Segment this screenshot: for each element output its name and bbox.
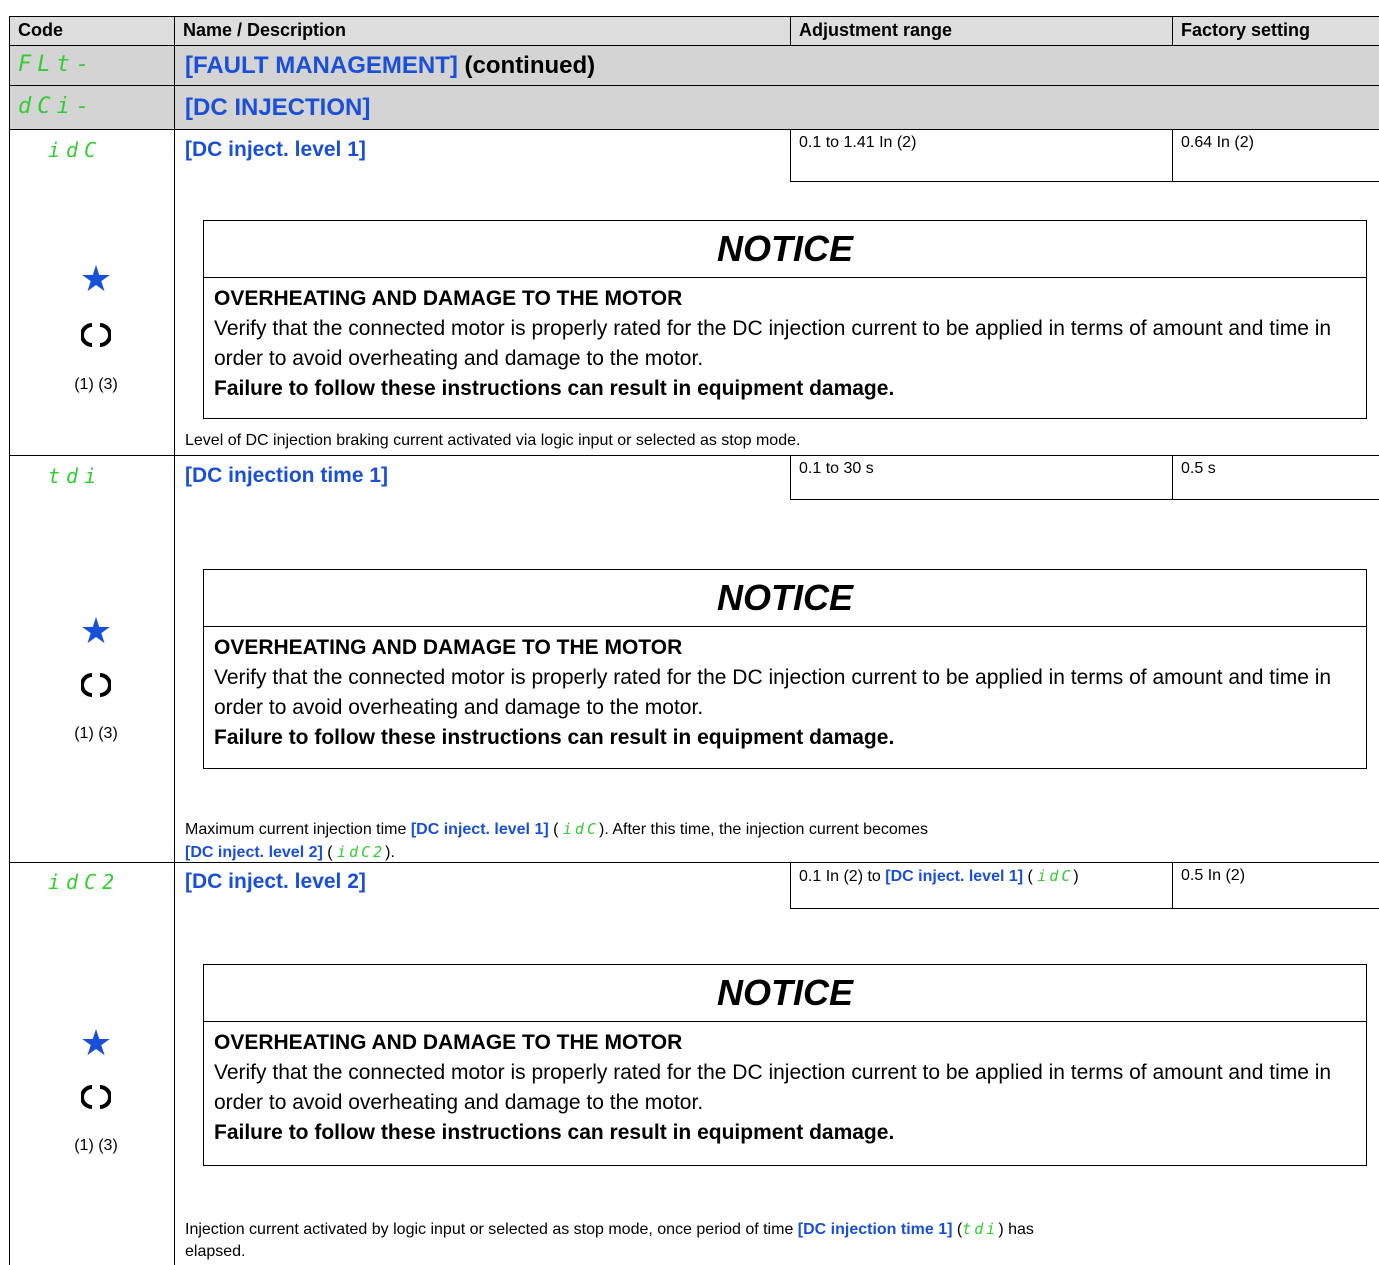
- notice-box: NOTICE OVERHEATING AND DAMAGE TO THE MOT…: [203, 220, 1367, 419]
- section-fault-code-cell: FLt-: [9, 46, 175, 86]
- param-idc2-code: idC2: [48, 870, 121, 894]
- param-tdi-range: 0.1 to 30 s: [790, 456, 1173, 500]
- footnote-refs: (1) (3): [74, 1137, 118, 1154]
- param-idc-name: [DC inject. level 1]: [185, 138, 366, 161]
- cycle-icon: [9, 320, 183, 355]
- footnote-refs: (1) (3): [74, 376, 118, 393]
- param-tdi-desc: Maximum current injection time [DC injec…: [185, 820, 929, 861]
- section-dc-code-cell: dCi-: [9, 86, 175, 130]
- row-divider: [9, 455, 175, 456]
- param-idc-code: idC: [48, 138, 103, 162]
- cycle-icon: [9, 670, 183, 705]
- notice-warning: Failure to follow these instructions can…: [214, 726, 895, 749]
- star-icon: ★: [79, 610, 113, 651]
- notice-box: NOTICE OVERHEATING AND DAMAGE TO THE MOT…: [203, 964, 1367, 1166]
- header-code: Code: [9, 16, 175, 46]
- section-dc-code: dCi-: [18, 94, 95, 119]
- param-idc-range: 0.1 to 1.41 In (2): [790, 130, 1173, 182]
- notice-warning: Failure to follow these instructions can…: [214, 1121, 895, 1144]
- param-idc2-desc: Injection current activated by logic inp…: [185, 1220, 1034, 1260]
- param-tdi-factory: 0.5 s: [1173, 456, 1379, 500]
- header-range: Adjustment range: [791, 16, 1173, 46]
- notice-body: OVERHEATING AND DAMAGE TO THE MOTOR Veri…: [204, 278, 1366, 410]
- notice-box: NOTICE OVERHEATING AND DAMAGE TO THE MOT…: [203, 569, 1367, 769]
- star-icon: ★: [79, 258, 113, 299]
- header-name: Name / Description: [175, 16, 791, 46]
- param-idc2-factory: 0.5 In (2): [1173, 863, 1379, 909]
- notice-text: Verify that the connected motor is prope…: [214, 666, 1332, 719]
- notice-heading: OVERHEATING AND DAMAGE TO THE MOTOR: [214, 287, 683, 310]
- notice-body: OVERHEATING AND DAMAGE TO THE MOTOR Veri…: [204, 627, 1366, 759]
- notice-text: Verify that the connected motor is prope…: [214, 1061, 1332, 1114]
- notice-heading: OVERHEATING AND DAMAGE TO THE MOTOR: [214, 636, 683, 659]
- section-fault-title-cell: [FAULT MANAGEMENT] (continued): [175, 46, 1379, 86]
- param-idc2-range: 0.1 In (2) to [DC inject. level 1] ( idC…: [790, 863, 1173, 909]
- notice-text: Verify that the connected motor is prope…: [214, 317, 1332, 370]
- notice-body: OVERHEATING AND DAMAGE TO THE MOTOR Veri…: [204, 1022, 1366, 1154]
- section-dc-title-cell: [DC INJECTION]: [175, 86, 1379, 130]
- notice-title: NOTICE: [204, 965, 1366, 1022]
- param-idc-desc: Level of DC injection braking current ac…: [185, 432, 801, 449]
- notice-title: NOTICE: [204, 221, 1366, 278]
- header-factory: Factory setting: [1173, 16, 1379, 46]
- param-tdi-name: [DC injection time 1]: [185, 464, 389, 487]
- section-dc-title: [DC INJECTION]: [185, 94, 371, 121]
- section-fault-code: FLt-: [18, 52, 95, 77]
- star-icon: ★: [79, 1022, 113, 1063]
- param-idc2-name: [DC inject. level 2]: [185, 870, 366, 893]
- notice-heading: OVERHEATING AND DAMAGE TO THE MOTOR: [214, 1031, 683, 1054]
- notice-title: NOTICE: [204, 570, 1366, 627]
- cycle-icon: [9, 1082, 183, 1117]
- param-idc-factory: 0.64 In (2): [1173, 130, 1379, 182]
- section-fault-title: [FAULT MANAGEMENT] (continued): [185, 52, 596, 79]
- footnote-refs: (1) (3): [74, 725, 118, 742]
- notice-warning: Failure to follow these instructions can…: [214, 377, 895, 400]
- param-tdi-code: tdi: [48, 464, 103, 488]
